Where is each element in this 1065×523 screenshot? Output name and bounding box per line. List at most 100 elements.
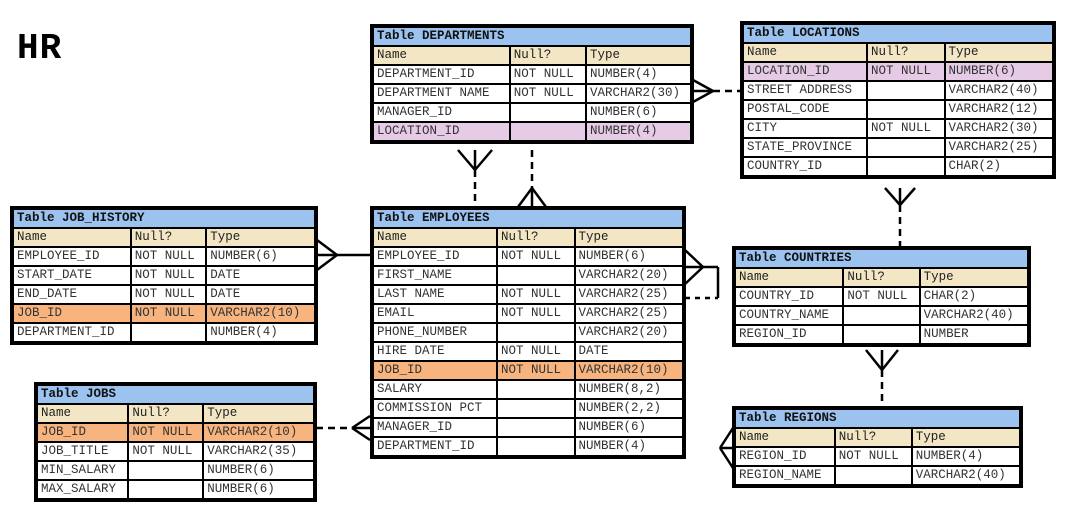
table-row: PHONE_NUMBER VARCHAR2(20) <box>372 322 684 343</box>
column-name: COUNTRY_ID <box>742 156 868 177</box>
column-type: NUMBER(4) <box>205 322 316 343</box>
column-name: EMPLOYEE_ID <box>12 246 132 267</box>
table-title-row: Table JOB_HISTORY <box>12 208 316 229</box>
column-name: CITY <box>742 118 868 139</box>
column-header-type: Type <box>573 227 684 248</box>
column-name: COMMISSION PCT <box>372 398 498 419</box>
table-title-row: Table EMPLOYEES <box>372 208 684 229</box>
column-name: SALARY <box>372 379 498 400</box>
table-row: END_DATE NOT NULL DATE <box>12 284 316 305</box>
rel-departments-locations <box>692 78 740 104</box>
column-name: MIN_SALARY <box>35 460 130 481</box>
table-row: REGION_ID NOT NULL NUMBER(4) <box>734 446 1022 467</box>
column-header-name: Name <box>35 403 130 424</box>
rel-employees-self <box>684 249 720 300</box>
column-type: CHAR(2) <box>943 156 1054 177</box>
table-row: CITY NOT NULL VARCHAR2(30) <box>742 118 1054 139</box>
table-title: Table JOB_HISTORY <box>12 208 316 229</box>
column-name: JOB_TITLE <box>35 441 130 462</box>
column-type: VARCHAR2(25) <box>943 137 1054 158</box>
column-type: VARCHAR2(12) <box>943 99 1054 120</box>
column-header-type: Type <box>910 427 1022 448</box>
column-null <box>508 102 588 123</box>
column-name: MANAGER_ID <box>372 417 498 438</box>
column-name: PHONE_NUMBER <box>372 322 498 343</box>
table-employees: Table EMPLOYEES Name Null? Type EMPLOYEE_ID N… <box>370 206 686 459</box>
table-row: COUNTRY_NAME VARCHAR2(40) <box>733 305 1030 326</box>
table-row: REGION_NAME VARCHAR2(40) <box>734 465 1022 486</box>
column-null: NOT NULL <box>496 360 576 381</box>
column-type: DATE <box>205 265 316 286</box>
table-row: LOCATION_ID NUMBER(4) <box>372 121 692 142</box>
column-type: VARCHAR2(40) <box>943 80 1054 101</box>
column-header-row: Name Null? Type <box>734 427 1022 448</box>
table-row: SALARY NUMBER(8,2) <box>372 379 684 400</box>
rel-locations-countries <box>884 187 916 247</box>
column-header-type: Type <box>585 45 692 66</box>
column-name: EMPLOYEE_ID <box>372 246 498 267</box>
column-name: REGION_ID <box>734 446 836 467</box>
column-type: NUMBER(6) <box>585 102 692 123</box>
column-type: VARCHAR2(40) <box>910 465 1022 486</box>
column-null: NOT NULL <box>496 303 576 324</box>
column-type: VARCHAR2(30) <box>585 83 692 104</box>
column-type: NUMBER(6) <box>202 479 315 500</box>
column-header-row: Name Null? Type <box>742 42 1054 63</box>
column-null <box>508 121 588 142</box>
table-row: STREET ADDRESS VARCHAR2(40) <box>742 80 1054 101</box>
column-header-row: Name Null? Type <box>35 403 315 424</box>
column-null: NOT NULL <box>866 118 946 139</box>
column-null: NOT NULL <box>129 265 208 286</box>
column-name: JOB_ID <box>372 360 498 381</box>
column-name: LOCATION_ID <box>742 61 868 82</box>
column-null <box>496 322 576 343</box>
table-row: EMPLOYEE_ID NOT NULL NUMBER(6) <box>12 246 316 267</box>
column-null <box>866 99 946 120</box>
column-header-null: Null? <box>127 403 205 424</box>
column-type: NUMBER(4) <box>573 436 684 457</box>
table-row: COUNTRY_ID CHAR(2) <box>742 156 1054 177</box>
table-row: DEPARTMENT NAME NOT NULL VARCHAR2(30) <box>372 83 692 104</box>
column-null: NOT NULL <box>129 303 208 324</box>
table-row: DEPARTMENT_ID NOT NULL NUMBER(4) <box>372 64 692 85</box>
column-type: CHAR(2) <box>918 286 1030 307</box>
column-null: NOT NULL <box>129 284 208 305</box>
column-name: DEPARTMENT_ID <box>12 322 132 343</box>
rel-countries-regions <box>865 349 899 406</box>
column-null: NOT NULL <box>496 284 576 305</box>
table-countries: Table COUNTRIES Name Null? Type COUNTRY_ID NO… <box>732 246 1031 347</box>
column-name: COUNTRY_ID <box>733 286 845 307</box>
table-row: DEPARTMENT_ID NUMBER(4) <box>12 322 316 343</box>
table-row: MANAGER_ID NUMBER(6) <box>372 102 692 123</box>
column-type: VARCHAR2(25) <box>573 303 684 324</box>
column-header-name: Name <box>742 42 868 63</box>
table-row: POSTAL_CODE VARCHAR2(12) <box>742 99 1054 120</box>
column-header-null: Null? <box>508 45 588 66</box>
column-name: START_DATE <box>12 265 132 286</box>
column-type: VARCHAR2(35) <box>202 441 315 462</box>
column-null <box>496 398 576 419</box>
table-row: EMAIL NOT NULL VARCHAR2(25) <box>372 303 684 324</box>
column-type: VARCHAR2(20) <box>573 265 684 286</box>
column-type: VARCHAR2(10) <box>202 422 315 443</box>
column-null <box>496 417 576 438</box>
column-header-row: Name Null? Type <box>372 227 684 248</box>
table-row: MANAGER_ID NUMBER(6) <box>372 417 684 438</box>
column-type: VARCHAR2(10) <box>205 303 316 324</box>
table-title-row: Table COUNTRIES <box>734 248 1029 269</box>
column-null <box>496 436 576 457</box>
column-type: NUMBER <box>918 324 1030 345</box>
table-row: LAST NAME NOT NULL VARCHAR2(25) <box>372 284 684 305</box>
table-row: JOB_ID NOT NULL VARCHAR2(10) <box>12 303 316 324</box>
column-name: FIRST_NAME <box>372 265 498 286</box>
table-row: JOB_TITLE NOT NULL VARCHAR2(35) <box>35 441 315 462</box>
rel-departments-employees-manager <box>457 149 493 207</box>
column-name: MANAGER_ID <box>372 102 511 123</box>
column-type: VARCHAR2(30) <box>943 118 1054 139</box>
column-type: DATE <box>205 284 316 305</box>
table-title: Table REGIONS <box>734 408 1021 429</box>
column-name: COUNTRY_NAME <box>733 305 845 326</box>
column-name: JOB_ID <box>12 303 132 324</box>
column-header-type: Type <box>943 42 1054 63</box>
column-type: VARCHAR2(40) <box>918 305 1030 326</box>
